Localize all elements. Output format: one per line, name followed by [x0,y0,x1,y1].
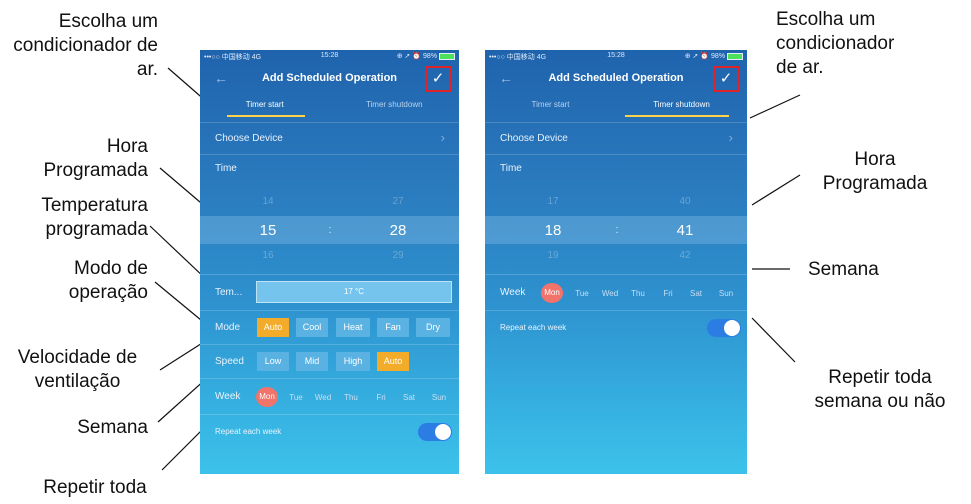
mode-option-fan[interactable]: Fan [377,318,409,337]
minute-next: 29 [392,250,404,261]
speed-option-low[interactable]: Low [257,352,289,371]
page-title: Add Scheduled Operation [261,72,398,84]
repeat-row: Repeat each week [200,414,459,451]
minute-prev: 27 [392,196,404,207]
speed-label: Speed [215,356,244,367]
hour-prev: 14 [262,196,274,207]
weekday-wed[interactable]: Wed [599,289,621,298]
weekday-wed[interactable]: Wed [312,393,334,402]
temperature-row: Tem... 17 °C [200,274,459,311]
weekday-fri[interactable]: Fri [657,289,679,298]
week-row: Week Mon Tue Wed Thu Fri Sat Sun [485,274,747,311]
week-row: Week Mon Tue Wed Thu Fri Sat Sun [200,378,459,415]
weekday-mon[interactable]: Mon [256,387,278,407]
chevron-right-icon: › [440,130,445,145]
choose-device-row[interactable]: Choose Device › [200,122,459,155]
battery-icon [439,52,455,60]
toggle-knob [435,424,451,440]
temperature-slider[interactable]: 17 °C [256,281,452,303]
choose-device-row[interactable]: Choose Device › [485,122,747,155]
tab-timer-start[interactable]: Timer start [200,100,330,109]
repeat-label: Repeat each week [500,323,567,332]
callout-repeat-right: Repetir toda semana ou não [814,367,946,412]
minute-selected[interactable]: 41 [645,222,725,239]
callout-week-left: Semana [77,417,148,438]
weekday-sun[interactable]: Sun [715,289,737,298]
phone-screen-timer-start: •••○○ 中国移动 4G 15:28 ⊕ ➚ ⏰ 98% ← Add Sche… [200,50,459,474]
weekday-mon[interactable]: Mon [541,283,563,303]
minute-next: 42 [679,250,691,261]
weekday-thu[interactable]: Thu [627,289,649,298]
tab-timer-shutdown[interactable]: Timer shutdown [330,100,460,109]
status-right: ⊕ ➚ ⏰ 98% [397,52,455,60]
tab-timer-start[interactable]: Timer start [485,100,616,109]
page-title: Add Scheduled Operation [548,72,684,84]
callout-mode-left: Modo de operação [68,258,148,303]
toggle-knob [724,320,740,336]
week-label: Week [500,287,526,298]
active-tab-indicator [227,115,305,117]
speed-option-auto[interactable]: Auto [377,352,409,371]
status-bar: •••○○ 中国移动 4G 15:28 ⊕ ➚ ⏰ 98% [485,50,747,64]
mode-option-cool[interactable]: Cool [296,318,328,337]
weekday-sun[interactable]: Sun [428,393,450,402]
repeat-row: Repeat each week [485,310,747,347]
weekday-fri[interactable]: Fri [370,393,392,402]
callout-choose-ac-right: Escolha um condicionador de ar. [776,9,895,78]
mode-row: Mode Auto Cool Heat Fan Dry [200,310,459,345]
callout-temperature-left: Temperatura programada [41,195,148,240]
confirm-check-icon[interactable]: ✓ [425,66,451,92]
repeat-toggle[interactable] [418,423,452,441]
battery-icon [727,52,743,60]
callout-time-left: Hora Programada [43,136,148,181]
minute-selected[interactable]: 28 [358,222,438,239]
callout-choose-ac-left: Escolha um condicionador de ar. [13,11,158,80]
weekday-tue[interactable]: Tue [571,289,593,298]
time-picker[interactable]: 17 18 19 : 40 41 42 [485,184,747,274]
week-label: Week [215,391,241,402]
callout-fan-speed-left: Velocidade de ventilação [17,347,138,392]
weekday-thu[interactable]: Thu [340,393,362,402]
mode-option-heat[interactable]: Heat [336,318,370,337]
speed-option-high[interactable]: High [336,352,370,371]
status-right: ⊕ ➚ ⏰ 98% [685,52,743,60]
minute-prev: 40 [679,196,691,207]
time-picker[interactable]: 14 15 16 : 27 28 29 [200,184,459,274]
repeat-label: Repeat each week [215,427,282,436]
weekday-sat[interactable]: Sat [685,289,707,298]
speed-row: Speed Low Mid High Auto [200,344,459,379]
timer-tabs: Timer start Timer shutdown [200,96,459,118]
weekday-tue[interactable]: Tue [285,393,307,402]
time-label: Time [500,163,522,174]
time-label: Time [215,163,237,174]
callout-week-right: Semana [808,259,879,280]
timer-tabs: Timer start Timer shutdown [485,96,747,118]
tab-timer-shutdown[interactable]: Timer shutdown [616,100,747,109]
hour-next: 16 [262,250,274,261]
nav-bar: ← Add Scheduled Operation ✓ [485,64,747,92]
repeat-toggle[interactable] [707,319,741,337]
confirm-check-icon[interactable]: ✓ [713,66,739,92]
mode-option-auto[interactable]: Auto [257,318,289,337]
time-row: Time [200,154,459,185]
active-tab-indicator [625,115,729,117]
nav-bar: ← Add Scheduled Operation ✓ [200,64,459,92]
hour-prev: 17 [547,196,559,207]
speed-option-mid[interactable]: Mid [296,352,328,371]
status-bar: •••○○ 中国移动 4G 15:28 ⊕ ➚ ⏰ 98% [200,50,459,64]
weekday-sat[interactable]: Sat [398,393,420,402]
phone-screen-timer-shutdown: •••○○ 中国移动 4G 15:28 ⊕ ➚ ⏰ 98% ← Add Sche… [485,50,747,474]
callout-repeat-left: Repetir toda [43,477,147,498]
mode-label: Mode [215,322,241,333]
temperature-label: Tem... [215,287,243,298]
mode-option-dry[interactable]: Dry [416,318,450,337]
callout-time-right: Hora Programada [822,149,928,194]
time-row: Time [485,154,747,185]
chevron-right-icon: › [728,130,733,145]
choose-device-label: Choose Device [215,133,283,144]
choose-device-label: Choose Device [500,133,568,144]
hour-next: 19 [547,250,559,261]
